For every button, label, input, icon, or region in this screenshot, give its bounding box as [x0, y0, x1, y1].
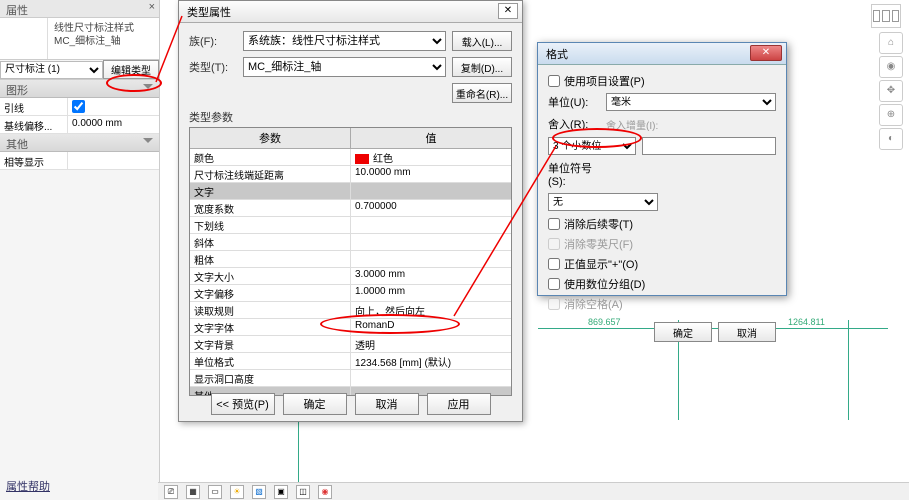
instance-select[interactable]: 尺寸标注 (1) [0, 61, 103, 79]
scale-icon[interactable]: ⎚ [164, 485, 178, 499]
prop-row[interactable]: 相等显示 [0, 152, 159, 170]
param-row[interactable]: 读取规则向上，然后向左 [190, 302, 511, 319]
trailing-zero-checkbox[interactable] [548, 218, 560, 230]
section-other[interactable]: 其他 [0, 134, 159, 152]
hide-icon[interactable]: ◉ [318, 485, 332, 499]
dim-value-2: 1264.811 [788, 317, 825, 327]
param-row[interactable]: 文字大小3.0000 mm [190, 268, 511, 285]
digit-group-label: 使用数位分组(D) [564, 276, 645, 292]
zero-feet-label: 消除零英尺(F) [564, 236, 633, 252]
type-params-label: 类型参数 [189, 109, 512, 125]
param-row[interactable]: 文字背景透明 [190, 336, 511, 353]
show-crop-icon[interactable]: ◫ [296, 485, 310, 499]
rename-button[interactable]: 重命名(R)... [452, 83, 512, 103]
home-icon[interactable]: ⌂ [879, 32, 903, 54]
view-toolbar: ⌂ ◉ ✥ ⊕ ◐ [879, 32, 905, 150]
param-row[interactable]: 粗体 [190, 251, 511, 268]
show-plus-label: 正值显示"+"(O) [564, 256, 638, 272]
col-value: 值 [351, 128, 511, 148]
show-plus-checkbox[interactable] [548, 258, 560, 270]
leader-checkbox[interactable] [72, 100, 85, 113]
param-table-body[interactable]: 颜色红色尺寸标注线端延距离10.0000 mm文字宽度系数0.700000下划线… [190, 149, 511, 395]
sun-icon[interactable]: ☀ [230, 485, 244, 499]
rounding-inc-input [642, 137, 776, 155]
param-row[interactable]: 显示洞口高度 [190, 370, 511, 387]
unit-label: 单位(U): [548, 94, 600, 110]
param-row[interactable]: 颜色红色 [190, 149, 511, 166]
copy-button[interactable]: 复制(D)... [452, 57, 512, 77]
load-button[interactable]: 载入(L)... [452, 31, 512, 51]
close-icon[interactable]: ✕ [750, 45, 782, 61]
type-properties-dialog: 类型属性 ✕ 族(F): 系统族：线性尺寸标注样式 载入(L)... 类型(T)… [178, 0, 523, 422]
param-row[interactable]: 文字字体RomanD [190, 319, 511, 336]
symbol-label: 单位符号(S): [548, 160, 600, 188]
ok-button[interactable]: 确定 [283, 393, 347, 415]
ok-button[interactable]: 确定 [654, 322, 712, 342]
dialog-title: 类型属性 ✕ [179, 1, 522, 23]
properties-help-link[interactable]: 属性帮助 [6, 478, 50, 494]
use-project-label: 使用项目设置(P) [564, 73, 645, 89]
param-row[interactable]: 宽度系数0.700000 [190, 200, 511, 217]
apply-button[interactable]: 应用 [427, 393, 491, 415]
prop-row[interactable]: 基线偏移... 0.0000 mm [0, 116, 159, 134]
cancel-button[interactable]: 取消 [718, 322, 776, 342]
panel-title: 届性 × [0, 0, 159, 18]
dialog-title: 格式 ✕ [538, 43, 786, 65]
digit-group-checkbox[interactable] [548, 278, 560, 290]
close-icon[interactable]: × [149, 1, 155, 13]
prop-row[interactable]: 引线 [0, 98, 159, 116]
family-select[interactable]: 系统族：线性尺寸标注样式 [243, 31, 446, 51]
zero-feet-checkbox [548, 238, 560, 250]
wheel-icon[interactable]: ◐ [879, 128, 903, 150]
edit-type-button[interactable]: 编辑类型 [103, 60, 159, 79]
param-row[interactable]: 斜体 [190, 234, 511, 251]
detail-icon[interactable]: ▦ [186, 485, 200, 499]
type-thumbnail [0, 18, 48, 59]
cancel-button[interactable]: 取消 [355, 393, 419, 415]
suppress-space-label: 消除空格(A) [564, 296, 623, 312]
param-row[interactable]: 尺寸标注线端延距离10.0000 mm [190, 166, 511, 183]
view-control-bar: ⎚ ▦ ▭ ☀ ▧ ▣ ◫ ◉ [158, 482, 909, 500]
family-label: 族(F): [189, 33, 237, 49]
shadow-icon[interactable]: ▧ [252, 485, 266, 499]
symbol-select[interactable]: 无 [548, 193, 658, 211]
properties-panel: 届性 × 线性尺寸标注样式 MC_细标注_轴 尺寸标注 (1) 编辑类型 图形 … [0, 0, 160, 500]
nav-cube-icon[interactable] [871, 4, 901, 28]
unit-select[interactable]: 毫米 [606, 93, 776, 111]
preview-button[interactable]: << 预览(P) [211, 393, 275, 415]
type-select[interactable]: MC_细标注_轴 [243, 57, 446, 77]
orbit-icon[interactable]: ◉ [879, 56, 903, 78]
rounding-inc-label: 舍入增量(I): [606, 117, 658, 132]
section-graphic[interactable]: 图形 [0, 80, 159, 98]
zoom-icon[interactable]: ⊕ [879, 104, 903, 126]
suppress-space-checkbox [548, 298, 560, 310]
type-label: 类型(T): [189, 59, 237, 75]
format-dialog: 格式 ✕ 使用项目设置(P) 单位(U): 毫米 舍入(R): 舍入增量(I):… [537, 42, 787, 296]
type-name: 线性尺寸标注样式 MC_细标注_轴 [48, 18, 159, 59]
pan-icon[interactable]: ✥ [879, 80, 903, 102]
col-param: 参数 [190, 128, 351, 148]
close-icon[interactable]: ✕ [498, 3, 518, 19]
param-row[interactable]: 文字 [190, 183, 511, 200]
rounding-select[interactable]: 3 个小数位 [548, 137, 636, 155]
param-row[interactable]: 单位格式1234.568 [mm] (默认) [190, 353, 511, 370]
trailing-zero-label: 消除后续零(T) [564, 216, 633, 232]
use-project-checkbox[interactable] [548, 75, 560, 87]
param-row[interactable]: 文字偏移1.0000 mm [190, 285, 511, 302]
crop-icon[interactable]: ▣ [274, 485, 288, 499]
model-icon[interactable]: ▭ [208, 485, 222, 499]
rounding-label: 舍入(R): [548, 116, 600, 132]
param-row[interactable]: 下划线 [190, 217, 511, 234]
